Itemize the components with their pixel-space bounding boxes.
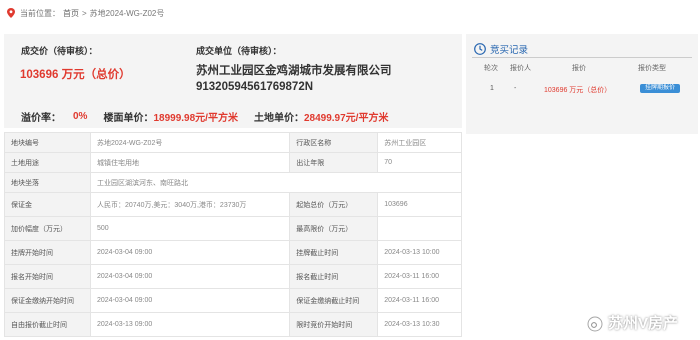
bid-row-round: 1 <box>490 85 494 92</box>
col-header-bidder: 报价人 <box>510 65 531 72</box>
detail-key: 挂牌截止时间 <box>289 240 379 265</box>
detail-value: 城镇住宅用地 <box>89 152 291 173</box>
detail-key: 土地用途 <box>4 152 91 173</box>
breadcrumb-separator: > <box>82 8 87 18</box>
bid-type-badge: 挂牌期报价 <box>640 84 680 93</box>
weibo-logo-icon <box>587 316 603 331</box>
detail-value: 2024-03-13 10:00 <box>377 240 462 265</box>
location-pin-icon <box>7 8 15 18</box>
breadcrumb-home-link[interactable]: 首页 <box>63 8 79 19</box>
bid-record-panel: 竞买记录 轮次 报价人 报价 报价类型 1 - 103696 万元（总价） 挂牌… <box>466 34 698 134</box>
bid-record-title: 竞买记录 <box>474 42 528 56</box>
detail-value: 70 <box>377 152 462 173</box>
detail-value: 人民币：20740万,美元：3040万,港币：23730万 <box>89 192 291 217</box>
page: 当前位置： 首页 > 苏地2024-WG-Z02号 成交价（待审核）： 成交单位… <box>0 0 700 340</box>
table-row: 自由报价截止时间 2024-03-13 09:00 限时竞价开始时间 2024-… <box>4 312 462 337</box>
col-header-price: 报价 <box>572 65 586 72</box>
detail-value <box>377 216 462 241</box>
detail-value: 工业园区湖滨河东、南旺路北 <box>90 172 462 193</box>
detail-key: 地块编号 <box>4 132 91 153</box>
company-code: 91320594561769872N <box>196 81 314 93</box>
detail-value: 2024-03-11 16:00 <box>377 288 462 313</box>
floor-price-value: 18999.98元/平方米 <box>153 112 238 124</box>
detail-value: 2024-03-11 16:00 <box>377 264 462 289</box>
detail-value: 2024-03-04 09:00 <box>89 264 291 289</box>
detail-value: 103696 <box>377 192 462 217</box>
detail-value: 2024-03-04 09:00 <box>89 240 291 265</box>
table-row: 地块坐落 工业园区湖滨河东、南旺路北 <box>4 172 462 193</box>
detail-value: 500 <box>89 216 291 241</box>
table-row: 挂牌开始时间 2024-03-04 09:00 挂牌截止时间 2024-03-1… <box>4 240 462 265</box>
bid-record-divider <box>472 57 692 58</box>
col-header-type: 报价类型 <box>638 65 666 72</box>
breadcrumb-prefix: 当前位置： <box>20 8 60 18</box>
bid-row-price: 103696 万元（总价） <box>544 87 612 94</box>
detail-key: 报名开始时间 <box>4 264 91 289</box>
premium-rate-label: 溢价率： <box>21 112 61 124</box>
clock-icon <box>474 43 486 55</box>
land-detail-table: 地块编号 苏地2024-WG-Z02号 行政区名称 苏州工业园区 土地用途 城镇… <box>4 132 462 337</box>
bid-row-bidder: - <box>514 85 517 92</box>
breadcrumb-current: 苏地2024-WG-Z02号 <box>89 8 165 18</box>
detail-value: 2024-03-04 09:00 <box>89 288 291 313</box>
deal-price-value: 103696 万元（总价） <box>20 69 131 81</box>
table-row: 加价幅度（万元） 500 最高限价（万元） <box>4 216 462 241</box>
detail-value: 苏地2024-WG-Z02号 <box>89 132 291 153</box>
detail-key: 保证金 <box>4 192 91 217</box>
detail-key: 自由报价截止时间 <box>4 312 91 337</box>
premium-rate-value: 0% <box>73 110 88 122</box>
detail-key: 最高限价（万元） <box>289 216 379 241</box>
col-header-round: 轮次 <box>484 65 498 72</box>
table-row: 保证金 人民币：20740万,美元：3040万,港币：23730万 起始总价（万… <box>4 192 462 217</box>
detail-key: 挂牌开始时间 <box>4 240 91 265</box>
table-row: 地块编号 苏地2024-WG-Z02号 行政区名称 苏州工业园区 <box>4 132 462 153</box>
deal-unit-label: 成交单位（待审核）： <box>196 46 282 56</box>
detail-key: 行政区名称 <box>289 132 379 153</box>
detail-value: 苏州工业园区 <box>377 132 462 153</box>
detail-key: 起始总价（万元） <box>289 192 379 217</box>
land-price-value: 28499.97元/平方米 <box>303 112 389 124</box>
price-stats: 溢价率： 0% 楼面单价： 18999.98元/平方米 土地单价： 28499.… <box>4 104 462 128</box>
land-price-label: 土地单价： <box>253 112 304 124</box>
company-name: 苏州工业园区金鸡湖城市发展有限公司 <box>196 65 392 77</box>
table-row: 保证金缴纳开始时间 2024-03-04 09:00 保证金缴纳截止时间 202… <box>4 288 462 313</box>
detail-value: 2024-03-13 10:30 <box>377 312 462 337</box>
detail-key: 保证金缴纳截止时间 <box>289 288 379 313</box>
table-row: 报名开始时间 2024-03-04 09:00 报名截止时间 2024-03-1… <box>4 264 462 289</box>
detail-key: 限时竞价开始时间 <box>289 312 379 337</box>
detail-key: 出让年限 <box>289 152 379 173</box>
detail-key: 报名截止时间 <box>289 264 379 289</box>
floor-price-label: 楼面单价： <box>103 112 154 124</box>
watermark: 苏州V房产 <box>586 312 678 333</box>
detail-key: 保证金缴纳开始时间 <box>4 288 91 313</box>
detail-value: 2024-03-13 09:00 <box>89 312 291 337</box>
watermark-text: 苏州V房产 <box>608 315 679 332</box>
table-row: 土地用途 城镇住宅用地 出让年限 70 <box>4 152 462 173</box>
breadcrumb: 当前位置： 首页 > 苏地2024-WG-Z02号 <box>0 0 700 26</box>
detail-key: 加价幅度（万元） <box>4 216 91 241</box>
bid-record-title-text: 竞买记录 <box>490 45 529 56</box>
detail-key: 地块坐落 <box>4 172 91 193</box>
winning-company: 苏州工业园区金鸡湖城市发展有限公司 91320594561769872N <box>196 63 392 95</box>
deal-price-label: 成交价（待审核）： <box>21 46 98 56</box>
